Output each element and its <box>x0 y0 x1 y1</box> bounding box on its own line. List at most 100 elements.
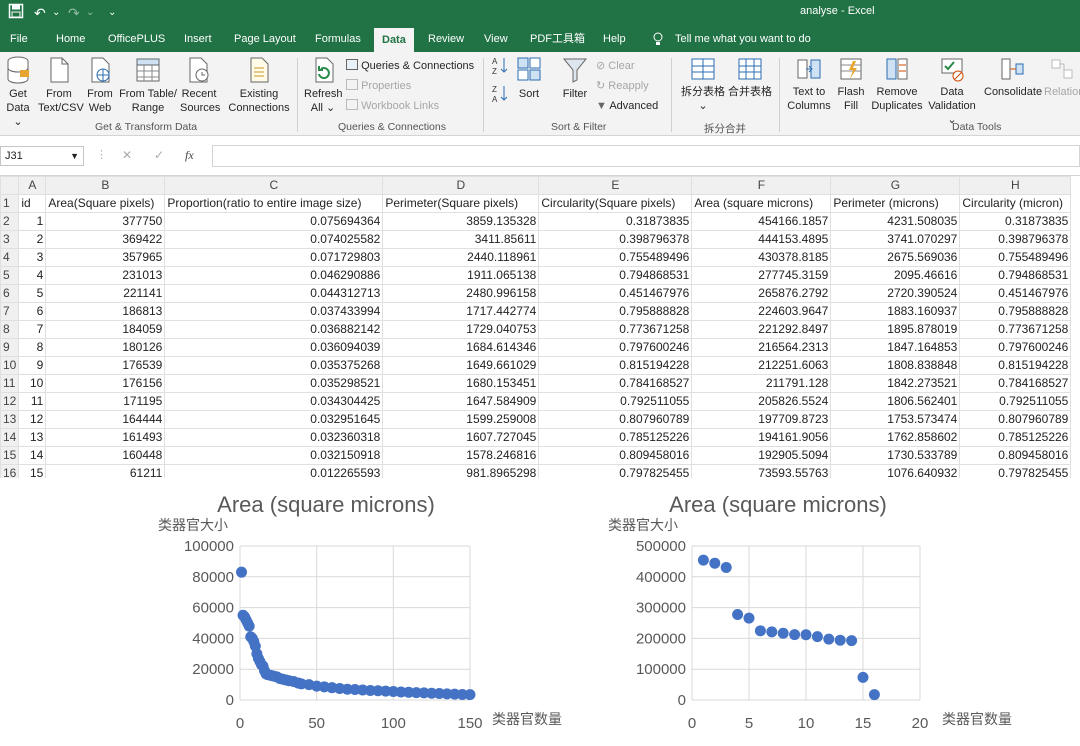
data-cell[interactable]: 0.046290886 <box>164 266 384 285</box>
data-cell[interactable]: 176539 <box>45 356 166 375</box>
insert-function-icon[interactable]: fx <box>185 148 194 163</box>
data-cell[interactable]: 221292.8497 <box>691 320 832 339</box>
data-cell[interactable]: 1607.727045 <box>382 428 540 447</box>
data-cell[interactable]: 197709.8723 <box>691 410 832 429</box>
row-header[interactable]: 13 <box>0 410 20 429</box>
tell-me-search[interactable]: Tell me what you want to do <box>675 26 811 52</box>
data-cell[interactable]: 0.451467976 <box>959 284 1072 303</box>
data-cell[interactable]: 0.032951645 <box>164 410 384 429</box>
data-cell[interactable]: 1599.259008 <box>382 410 540 429</box>
data-cell[interactable]: 277745.3159 <box>691 266 832 285</box>
data-point[interactable] <box>800 629 812 641</box>
data-validation-button[interactable]: Data Validation ⌄ <box>926 56 978 127</box>
sort-button[interactable]: Sort <box>514 56 544 101</box>
data-cell[interactable]: 10 <box>18 374 47 393</box>
data-cell[interactable]: 171195 <box>45 392 166 411</box>
redo-icon[interactable]: ↷ <box>68 3 80 23</box>
tab-view[interactable]: View <box>484 26 508 52</box>
data-cell[interactable]: 0.755489496 <box>538 248 693 267</box>
data-cell[interactable]: 1578.246816 <box>382 446 540 465</box>
data-point[interactable] <box>846 635 858 647</box>
tab-pdf-toolbox[interactable]: PDF工具箱 <box>530 26 585 52</box>
data-cell[interactable]: 15 <box>18 464 47 478</box>
data-cell[interactable]: 0.797825455 <box>538 464 693 478</box>
tab-formulas[interactable]: Formulas <box>315 26 361 52</box>
data-cell[interactable]: 192905.5094 <box>691 446 832 465</box>
data-point[interactable] <box>811 631 823 643</box>
data-cell[interactable]: 1808.838848 <box>830 356 961 375</box>
column-header-h[interactable]: H <box>959 176 1072 195</box>
data-point[interactable] <box>709 557 721 569</box>
data-cell[interactable]: 231013 <box>45 266 166 285</box>
enter-icon[interactable]: ✓ <box>154 148 164 162</box>
data-cell[interactable]: 5 <box>18 284 47 303</box>
data-cell[interactable]: 0.809458016 <box>538 446 693 465</box>
data-point[interactable] <box>857 671 869 683</box>
row-header[interactable]: 5 <box>0 266 20 285</box>
tab-file[interactable]: File <box>10 26 28 52</box>
row-header[interactable]: 3 <box>0 230 20 249</box>
merge-table-button[interactable]: 合并表格 <box>728 56 772 99</box>
data-cell[interactable]: 1649.661029 <box>382 356 540 375</box>
formula-input[interactable] <box>212 145 1080 167</box>
data-cell[interactable]: 221141 <box>45 284 166 303</box>
data-cell[interactable]: 0.784168527 <box>959 374 1072 393</box>
data-cell[interactable]: 444153.4895 <box>691 230 832 249</box>
data-cell[interactable]: 3 <box>18 248 47 267</box>
data-cell[interactable]: 0.044312713 <box>164 284 384 303</box>
data-cell[interactable]: 1753.573474 <box>830 410 961 429</box>
data-cell[interactable]: 3411.85611 <box>382 230 540 249</box>
column-header-g[interactable]: G <box>830 176 961 195</box>
data-cell[interactable]: 12 <box>18 410 47 429</box>
data-cell[interactable]: 1076.640932 <box>830 464 961 478</box>
tab-insert[interactable]: Insert <box>184 26 212 52</box>
row-header[interactable]: 2 <box>0 212 20 231</box>
data-cell[interactable]: 1729.040753 <box>382 320 540 339</box>
data-cell[interactable]: 0.785125226 <box>538 428 693 447</box>
split-table-button[interactable]: 拆分表格 ⌄ <box>680 56 726 113</box>
text-to-columns-button[interactable]: Text to Columns <box>786 56 832 113</box>
data-cell[interactable]: 176156 <box>45 374 166 393</box>
column-header-d[interactable]: D <box>382 176 540 195</box>
column-header-f[interactable]: F <box>691 176 832 195</box>
data-point[interactable] <box>464 689 476 701</box>
row-header[interactable]: 10 <box>0 356 20 375</box>
tab-officeplus[interactable]: OfficePLUS <box>108 26 165 52</box>
column-header-e[interactable]: E <box>538 176 693 195</box>
column-title-cell[interactable]: Circularity(Square pixels) <box>538 194 693 213</box>
data-cell[interactable]: 1847.164853 <box>830 338 961 357</box>
row-header[interactable]: 6 <box>0 284 20 303</box>
data-point[interactable] <box>868 689 880 701</box>
data-cell[interactable]: 13 <box>18 428 47 447</box>
data-cell[interactable]: 1762.858602 <box>830 428 961 447</box>
data-cell[interactable]: 0.794868531 <box>538 266 693 285</box>
data-cell[interactable]: 3741.070297 <box>830 230 961 249</box>
data-cell[interactable]: 1717.442774 <box>382 302 540 321</box>
existing-connections-button[interactable]: Existing Connections <box>228 56 290 115</box>
data-cell[interactable]: 357965 <box>45 248 166 267</box>
column-title-cell[interactable]: Circularity (micron) <box>959 194 1072 213</box>
data-cell[interactable]: 1680.153451 <box>382 374 540 393</box>
data-cell[interactable]: 0.398796378 <box>538 230 693 249</box>
row-header[interactable]: 12 <box>0 392 20 411</box>
data-cell[interactable]: 73593.55763 <box>691 464 832 478</box>
column-title-cell[interactable]: Perimeter (microns) <box>830 194 961 213</box>
refresh-all-button[interactable]: Refresh All ⌄ <box>304 56 343 115</box>
data-cell[interactable]: 0.784168527 <box>538 374 693 393</box>
sort-a-z-button[interactable]: AZ <box>492 56 508 79</box>
column-header-c[interactable]: C <box>164 176 384 195</box>
data-cell[interactable]: 1806.562401 <box>830 392 961 411</box>
tab-review[interactable]: Review <box>428 26 464 52</box>
select-all-corner[interactable] <box>0 176 20 195</box>
relationships-button[interactable]: Relation <box>1044 56 1080 99</box>
data-cell[interactable]: 0.075694364 <box>164 212 384 231</box>
row-header[interactable]: 1 <box>0 194 20 213</box>
row-header[interactable]: 15 <box>0 446 20 465</box>
tab-home[interactable]: Home <box>56 26 85 52</box>
data-cell[interactable]: 1730.533789 <box>830 446 961 465</box>
data-cell[interactable]: 0.398796378 <box>959 230 1072 249</box>
data-cell[interactable]: 0.451467976 <box>538 284 693 303</box>
clear-filter-button[interactable]: ⊘ Clear <box>596 57 635 75</box>
scatter-chart-right[interactable]: Area (square microns) 类器官大小 类器官数量 0 100000 20… <box>600 478 1060 746</box>
data-cell[interactable]: 11 <box>18 392 47 411</box>
